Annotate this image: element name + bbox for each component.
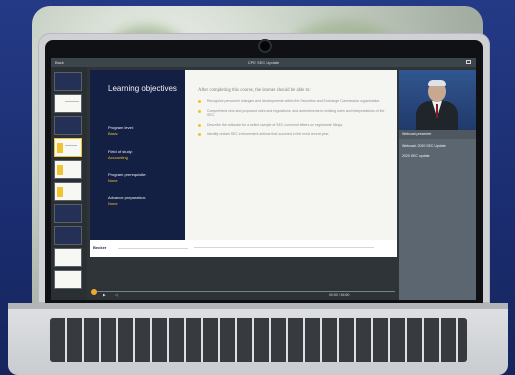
playhead-icon[interactable]	[91, 289, 97, 295]
objective-text: Identify certain SEC enforcement actions…	[207, 132, 330, 136]
slide-intro: After completing this course, the learne…	[198, 88, 311, 93]
bullet-icon	[198, 100, 201, 103]
field-of-study-value: Accounting	[108, 155, 128, 160]
advance-prep-label: Advance preparation:	[108, 195, 147, 200]
bullet-icon	[198, 133, 201, 136]
becker-logo: Becker	[93, 245, 107, 250]
bullet-icon	[198, 109, 201, 113]
field-of-study-label: Field of study:	[108, 149, 133, 154]
prerequisite-label: Program prerequisite:	[108, 172, 147, 177]
slide-thumbnail[interactable]	[54, 182, 82, 201]
presenter-label: Webcast presenter	[402, 132, 432, 136]
current-slide: Learning objectives Program level: Basic…	[90, 70, 397, 240]
webcast-info-panel: Webcast presenter Webcast: 2020 SEC Upda…	[399, 130, 476, 300]
presenter-bar: Webcast presenter	[399, 130, 476, 139]
thumbnail-bar	[57, 143, 63, 153]
course-subtitle: 2020 SEC update	[402, 154, 430, 158]
thumbnail-line	[65, 101, 79, 102]
play-icon[interactable]: ▶	[103, 293, 106, 297]
slide-thumbnails	[51, 67, 87, 300]
program-level-label: Program level:	[108, 125, 134, 130]
camera-icon	[258, 39, 272, 53]
slide-thumbnail[interactable]	[54, 204, 82, 223]
objective-item: Identify certain SEC enforcement actions…	[198, 132, 388, 137]
slide-footer: Becker	[90, 240, 397, 257]
slide-thumbnail[interactable]	[54, 270, 82, 289]
objective-text: Describe the rationale for a select samp…	[207, 122, 344, 127]
thumbnail-bar	[57, 165, 63, 175]
slide-thumbnail[interactable]	[54, 248, 82, 267]
slide-thumbnail[interactable]	[54, 94, 82, 113]
slide-left-panel: Learning objectives Program level: Basic…	[90, 70, 185, 240]
time-display: 00:00 / 54:50	[329, 293, 350, 297]
speaker-hair	[428, 80, 446, 86]
top-bar: Back CPE SEC Update	[51, 58, 476, 67]
objective-item: Describe the rationale for a select samp…	[198, 123, 388, 128]
thumbnail-line	[65, 145, 77, 146]
slide-heading: Learning objectives	[108, 84, 177, 93]
prerequisite-value: None	[108, 178, 118, 183]
keyboard	[50, 318, 467, 362]
objective-text: Recognize personnel changes and developm…	[207, 99, 381, 103]
fullscreen-icon[interactable]	[466, 60, 471, 64]
slide-thumbnail-active[interactable]	[54, 138, 82, 157]
hinge	[8, 303, 508, 309]
program-level-value: Basic	[108, 131, 118, 136]
app-screen: Back CPE SEC Update Learning objectives …	[51, 58, 476, 300]
volume-icon[interactable]: ◁	[115, 293, 118, 297]
presenter-video[interactable]	[399, 70, 476, 130]
footer-line	[194, 247, 374, 248]
course-title: Webcast: 2020 SEC Update	[402, 144, 446, 148]
objective-item: Comprehend new and proposed rules and re…	[198, 109, 388, 118]
slide-content: After completing this course, the learne…	[198, 88, 388, 137]
keyboard-deck	[8, 303, 508, 375]
speaker-tie	[436, 104, 438, 118]
playback-controls: ▶ ◁ 00:00 / 54:50	[87, 287, 399, 300]
advance-prep-value: None	[108, 201, 118, 206]
slide-thumbnail[interactable]	[54, 160, 82, 179]
slide-thumbnail[interactable]	[54, 116, 82, 135]
slide-thumbnail[interactable]	[54, 72, 82, 91]
objective-item: Recognize personnel changes and developm…	[198, 99, 388, 104]
slide-thumbnail[interactable]	[54, 226, 82, 245]
window-title: CPE SEC Update	[247, 60, 280, 65]
thumbnail-bar	[57, 187, 63, 197]
bullet-icon	[198, 123, 201, 127]
progress-track[interactable]	[91, 291, 395, 292]
objective-text: Comprehend new and proposed rules and re…	[207, 108, 385, 118]
footer-line	[118, 248, 188, 249]
